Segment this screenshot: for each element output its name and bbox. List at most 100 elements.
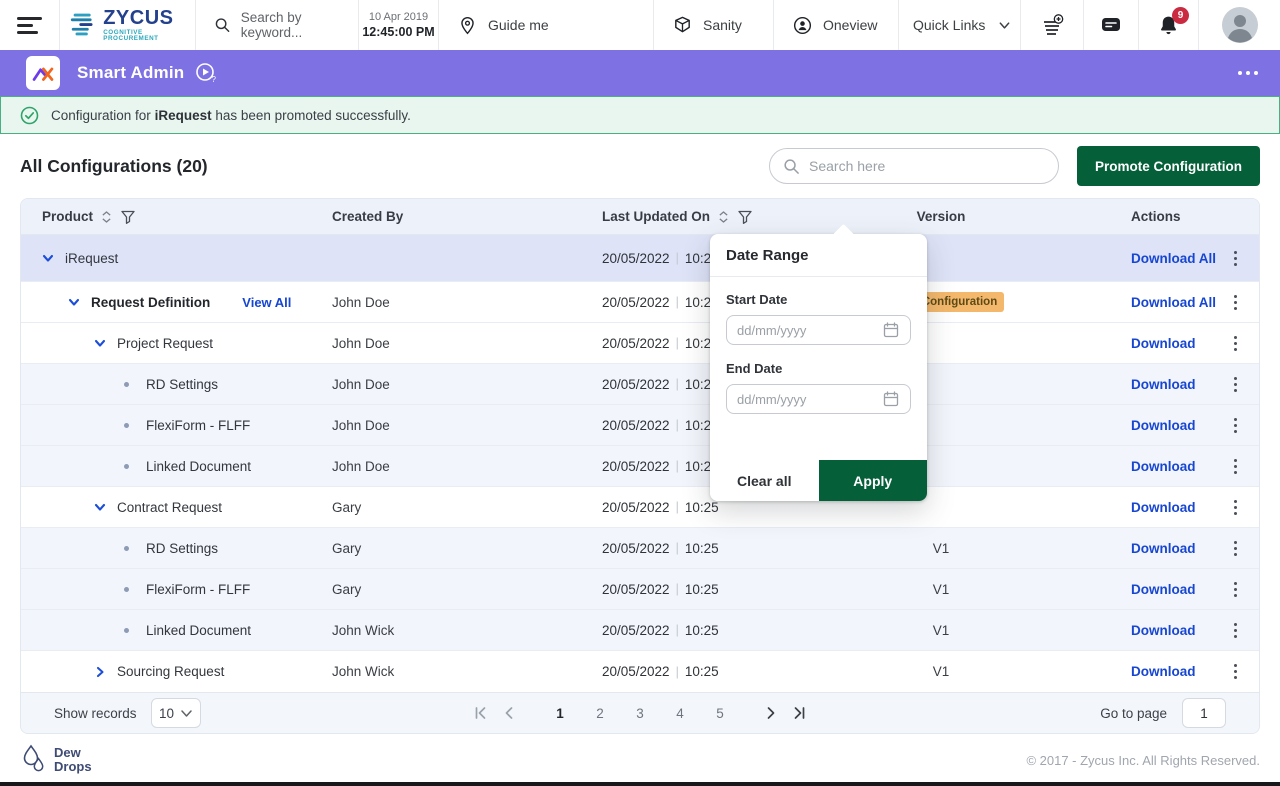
kebab-menu-icon[interactable] bbox=[1228, 332, 1243, 355]
start-date-field[interactable] bbox=[726, 315, 911, 345]
version-value: V1 bbox=[933, 664, 950, 679]
kebab-menu-icon[interactable] bbox=[1228, 373, 1243, 396]
quick-links-dropdown[interactable]: Quick Links bbox=[899, 0, 1021, 50]
download-link[interactable]: Download bbox=[1131, 582, 1196, 597]
chevron-down-icon[interactable] bbox=[41, 251, 55, 265]
download-link[interactable]: Download All bbox=[1131, 295, 1216, 310]
download-link[interactable]: Download bbox=[1131, 541, 1196, 556]
location-pin-icon bbox=[457, 15, 478, 36]
table-search-input[interactable] bbox=[809, 158, 1045, 174]
promote-configuration-button[interactable]: Promote Configuration bbox=[1077, 146, 1260, 186]
kebab-menu-icon[interactable] bbox=[1228, 496, 1243, 519]
kebab-menu-icon[interactable] bbox=[1228, 578, 1243, 601]
product-name: FlexiForm - FLFF bbox=[146, 582, 250, 597]
go-to-page: Go to page bbox=[1100, 698, 1226, 728]
updated-date: 20/05/2022 bbox=[602, 582, 670, 597]
filter-icon[interactable] bbox=[120, 209, 136, 225]
download-link[interactable]: Download bbox=[1131, 459, 1196, 474]
chevron-down-icon[interactable] bbox=[93, 336, 107, 350]
chevron-right-icon[interactable] bbox=[93, 665, 107, 679]
kebab-menu-icon[interactable] bbox=[1228, 660, 1243, 683]
version-header: Version bbox=[881, 209, 1001, 224]
sanity-button[interactable]: Sanity bbox=[654, 0, 774, 50]
calendar-icon[interactable] bbox=[882, 321, 900, 339]
actions-cell: Download bbox=[1001, 619, 1259, 642]
download-link[interactable]: Download bbox=[1131, 664, 1196, 679]
table-row[interactable]: Linked Document John Doe 20/05/2022 | 10… bbox=[21, 446, 1259, 487]
first-page-button[interactable] bbox=[470, 702, 492, 724]
chevron-down-icon[interactable] bbox=[67, 295, 81, 309]
page-header: All Configurations (20) Promote Configur… bbox=[0, 134, 1280, 198]
kebab-menu-icon[interactable] bbox=[1228, 414, 1243, 437]
page-3[interactable]: 3 bbox=[626, 699, 654, 727]
oneview-button[interactable]: Oneview bbox=[774, 0, 899, 50]
play-help-button[interactable]: ? bbox=[194, 61, 218, 85]
download-link[interactable]: Download bbox=[1131, 623, 1196, 638]
next-page-button[interactable] bbox=[760, 702, 782, 724]
table-row[interactable]: Project Request John Doe 20/05/2022 | 10… bbox=[21, 323, 1259, 364]
updated-time: 10:25 bbox=[685, 500, 719, 515]
chevron-down-icon[interactable] bbox=[93, 500, 107, 514]
last-updated-cell: 20/05/2022 | 10:25 bbox=[602, 541, 881, 556]
apply-button[interactable]: Apply bbox=[819, 460, 928, 501]
user-avatar[interactable] bbox=[1199, 0, 1280, 50]
app-title: Smart Admin bbox=[77, 63, 184, 83]
screen-bottom-edge bbox=[0, 782, 1280, 786]
table-row[interactable]: Sourcing Request John Wick 20/05/2022 | … bbox=[21, 651, 1259, 692]
table-row[interactable]: Linked Document John Wick 20/05/2022 | 1… bbox=[21, 610, 1259, 651]
last-page-button[interactable] bbox=[788, 702, 810, 724]
kebab-menu-icon[interactable] bbox=[1228, 537, 1243, 560]
logo-tagline: COGNITIVE PROCUREMENT bbox=[103, 30, 195, 43]
guide-me-button[interactable]: Guide me bbox=[439, 0, 654, 50]
kebab-menu-icon[interactable] bbox=[1228, 455, 1243, 478]
sort-icon[interactable] bbox=[101, 210, 112, 224]
copyright-text: © 2017 - Zycus Inc. All Rights Reserved. bbox=[1026, 753, 1260, 768]
download-link[interactable]: Download All bbox=[1131, 251, 1216, 266]
table-body: iRequest 20/05/2022 | 10:25 Download All… bbox=[21, 235, 1259, 692]
more-options-button[interactable] bbox=[1236, 65, 1260, 81]
kebab-menu-icon[interactable] bbox=[1228, 291, 1243, 314]
table-search[interactable] bbox=[769, 148, 1059, 184]
end-date-input[interactable] bbox=[737, 392, 882, 407]
view-all-link[interactable]: View All bbox=[242, 295, 291, 310]
download-link[interactable]: Download bbox=[1131, 418, 1196, 433]
bulk-add-button[interactable] bbox=[1021, 0, 1084, 50]
page-5[interactable]: 5 bbox=[706, 699, 734, 727]
page-1[interactable]: 1 bbox=[546, 699, 574, 727]
table-row[interactable]: Request Definition View All John Doe 20/… bbox=[21, 282, 1259, 323]
table-row[interactable]: FlexiForm - FLFF Gary 20/05/2022 | 10:25… bbox=[21, 569, 1259, 610]
clear-all-button[interactable]: Clear all bbox=[710, 460, 819, 501]
global-search[interactable]: Search by keyword... bbox=[196, 0, 359, 50]
start-date-input[interactable] bbox=[737, 323, 882, 338]
hamburger-menu-button[interactable] bbox=[0, 0, 60, 50]
table-row[interactable]: Contract Request Gary 20/05/2022 | 10:25… bbox=[21, 487, 1259, 528]
notifications-button[interactable]: 9 bbox=[1139, 0, 1199, 50]
product-name: Project Request bbox=[117, 336, 213, 351]
smart-admin-logo[interactable] bbox=[26, 56, 60, 90]
download-link[interactable]: Download bbox=[1131, 377, 1196, 392]
table-row[interactable]: RD Settings John Doe 20/05/2022 | 10:25 … bbox=[21, 364, 1259, 405]
date-time-separator: | bbox=[676, 418, 679, 432]
go-to-page-input[interactable] bbox=[1182, 698, 1226, 728]
download-link[interactable]: Download bbox=[1131, 500, 1196, 515]
download-link[interactable]: Download bbox=[1131, 336, 1196, 351]
feedback-button[interactable] bbox=[1084, 0, 1139, 50]
filter-icon[interactable] bbox=[737, 209, 753, 225]
previous-page-button[interactable] bbox=[498, 702, 520, 724]
table-row[interactable]: FlexiForm - FLFF John Doe 20/05/2022 | 1… bbox=[21, 405, 1259, 446]
version-cell: V1 bbox=[881, 664, 1001, 679]
kebab-menu-icon[interactable] bbox=[1228, 619, 1243, 642]
dewdrops-logo[interactable]: Dew Drops bbox=[20, 744, 92, 776]
page-2[interactable]: 2 bbox=[586, 699, 614, 727]
sort-icon[interactable] bbox=[718, 210, 729, 224]
page-4[interactable]: 4 bbox=[666, 699, 694, 727]
table-row[interactable]: iRequest 20/05/2022 | 10:25 Download All bbox=[21, 235, 1259, 282]
page-size-dropdown[interactable]: 10 bbox=[151, 698, 201, 728]
version-cell: V1 bbox=[881, 582, 1001, 597]
calendar-icon[interactable] bbox=[882, 390, 900, 408]
brand-line1: Dew bbox=[54, 746, 92, 760]
zycus-logo[interactable]: ZYCUS COGNITIVE PROCUREMENT bbox=[60, 0, 196, 50]
kebab-menu-icon[interactable] bbox=[1228, 247, 1243, 270]
end-date-field[interactable] bbox=[726, 384, 911, 414]
table-row[interactable]: RD Settings Gary 20/05/2022 | 10:25 V1 D… bbox=[21, 528, 1259, 569]
